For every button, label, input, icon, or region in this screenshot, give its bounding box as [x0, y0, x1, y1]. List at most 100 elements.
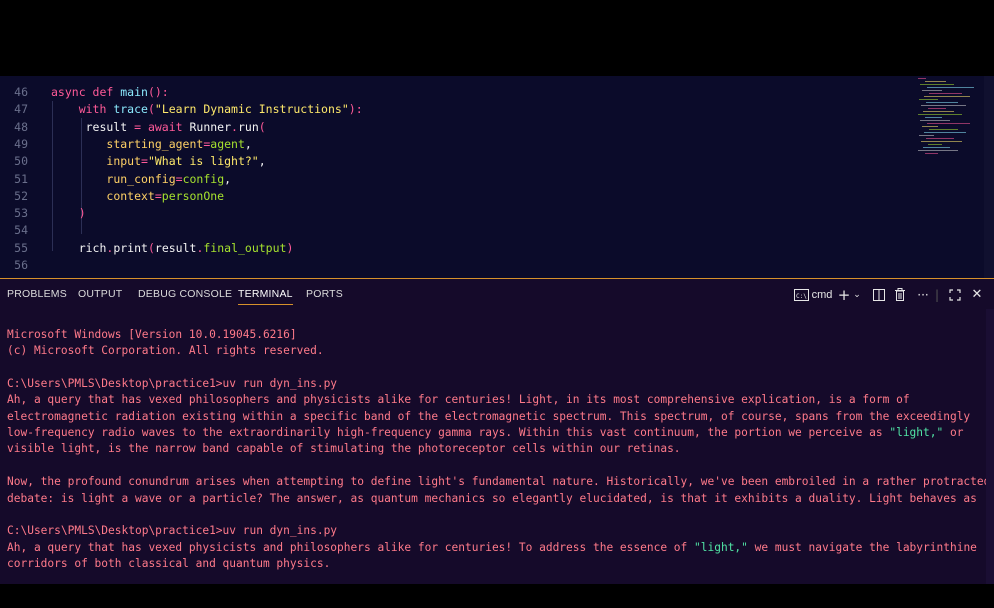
minimap-line: [923, 111, 954, 112]
minimap-line: [926, 102, 958, 103]
terminal-text: Now, the profound conundrum arises when …: [7, 475, 991, 489]
code-token: =: [175, 171, 183, 186]
tab-debug-console[interactable]: DEBUG CONSOLE: [138, 288, 232, 300]
terminal-text: low-frequency radio waves to the extraor…: [7, 426, 890, 440]
terminal-text: Microsoft Windows [Version 10.0.19045.62…: [7, 328, 297, 341]
code-text: rich.print(result.final_output): [51, 240, 294, 257]
code-text: with trace("Learn Dynamic Instructions")…: [51, 101, 363, 118]
code-token: print: [113, 240, 148, 255]
minimap-line: [925, 117, 942, 118]
panel-toolbar: C:\ cmd + ⌄ ··· | ✕: [790, 285, 994, 305]
tab-ports[interactable]: PORTS: [306, 288, 343, 300]
terminal-text: or: [943, 426, 964, 440]
code-token: ():: [147, 85, 169, 99]
terminal-text: "light,": [694, 540, 748, 554]
minimap-line: [929, 129, 958, 130]
code-text: ): [51, 205, 86, 222]
code-text: result = await Runner.run(: [51, 119, 266, 136]
code-token: result: [154, 240, 197, 255]
terminal-text: Ah, a query that has vexed physicists an…: [7, 540, 695, 554]
minimap-line: [920, 120, 950, 121]
close-icon[interactable]: ✕: [970, 285, 984, 305]
svg-text:C:\: C:\: [796, 293, 807, 300]
more-icon[interactable]: ···: [915, 285, 931, 305]
code-token: async: [51, 85, 93, 99]
code-token: personOne: [161, 188, 225, 203]
terminal-text: corridors of both classical and quantum …: [7, 556, 331, 570]
code-token: run_config: [106, 171, 176, 186]
line-number: 54: [14, 223, 28, 238]
minimap-line: [929, 93, 962, 94]
terminal-text: C:\Users\PMLS\Desktop\practice1>uv run d…: [7, 377, 338, 391]
code-text: starting_agent=agent,: [51, 136, 252, 153]
editor-scrollbar[interactable]: [984, 76, 994, 278]
terminal-line: Now, the profound conundrum arises when …: [7, 474, 990, 491]
code-token: trace: [113, 102, 148, 117]
minimap-line: [918, 150, 958, 151]
panel-tabs: PROBLEMS OUTPUT DEBUG CONSOLE TERMINAL P…: [0, 279, 994, 309]
terminal-line: Ah, a query that has vexed philosophers …: [7, 392, 910, 409]
code-token: ,: [244, 136, 252, 151]
code-token: ): [78, 206, 86, 221]
bottom-panel: PROBLEMS OUTPUT DEBUG CONSOLE TERMINAL P…: [0, 278, 994, 584]
minimap-line: [928, 108, 946, 109]
line-number: 47: [14, 102, 28, 117]
code-token: "What is light?": [147, 154, 259, 169]
terminal-text: Ah, a query that has vexed philosophers …: [7, 393, 910, 407]
vscode-window: 46 async def main(): 47 with trace("Learn …: [0, 76, 994, 584]
code-token: ):: [348, 102, 363, 117]
terminal-line: corridors of both classical and quantum …: [7, 556, 330, 573]
code-token: def: [92, 85, 121, 99]
terminal-line: (c) Microsoft Corporation. All rights re…: [7, 343, 324, 360]
code-token: =: [141, 154, 148, 169]
line-number: 49: [14, 136, 28, 151]
terminal-line: Microsoft Windows [Version 10.0.19045.62…: [7, 327, 297, 344]
code-token: input: [106, 154, 142, 169]
code-text: context=personOne: [51, 188, 224, 205]
minimap-line: [920, 84, 954, 85]
tab-terminal[interactable]: TERMINAL: [238, 288, 293, 305]
code-token: config: [182, 171, 225, 186]
minimap-line: [919, 99, 938, 100]
terminal-line: visible light, is the narrow band capabl…: [7, 441, 681, 458]
terminal-output[interactable]: Microsoft Windows [Version 10.0.19045.62…: [0, 327, 994, 584]
plus-icon[interactable]: +: [837, 285, 851, 305]
maximize-icon[interactable]: [948, 285, 962, 305]
minimap-line: [928, 144, 942, 145]
code-token: result: [51, 119, 135, 134]
code-token: =: [154, 188, 162, 203]
line-number: 51: [14, 171, 28, 186]
tab-problems[interactable]: PROBLEMS: [7, 288, 67, 300]
chevron-down-icon[interactable]: ⌄: [852, 285, 862, 305]
minimap-line: [922, 90, 942, 91]
terminal-line: C:\Users\PMLS\Desktop\practice1>uv run d…: [7, 376, 337, 393]
code-token: ): [286, 240, 294, 255]
code-token: context: [106, 188, 155, 203]
code-token: ,: [258, 154, 266, 169]
split-icon[interactable]: [872, 285, 886, 305]
minimap[interactable]: [918, 78, 980, 158]
terminal-text: electromagnetic radiation existing withi…: [7, 409, 971, 423]
code-editor[interactable]: 46 async def main(): 47 with trace("Learn …: [0, 76, 994, 278]
terminal-scrollbar[interactable]: [986, 309, 994, 584]
line-number: 55: [14, 240, 28, 255]
minimap-line: [922, 126, 938, 127]
terminal-text: debate: is light a wave or a particle? T…: [7, 491, 977, 505]
terminal-icon[interactable]: C:\: [793, 285, 809, 305]
terminal-line: C:\Users\PMLS\Desktop\practice1>uv run d…: [7, 523, 337, 540]
line-number: 46: [14, 85, 28, 99]
line-number: 52: [14, 188, 28, 203]
tab-output[interactable]: OUTPUT: [78, 288, 122, 300]
code-token: = await: [134, 119, 190, 134]
terminal-line: low-frequency radio waves to the extraor…: [7, 425, 963, 442]
code-token: "Learn Dynamic Instructions": [154, 102, 349, 117]
minimap-line: [918, 78, 926, 79]
shell-label[interactable]: cmd: [811, 285, 833, 305]
minimap-line: [921, 105, 966, 106]
trash-icon[interactable]: [893, 285, 907, 305]
code-token: final_output: [203, 240, 287, 255]
